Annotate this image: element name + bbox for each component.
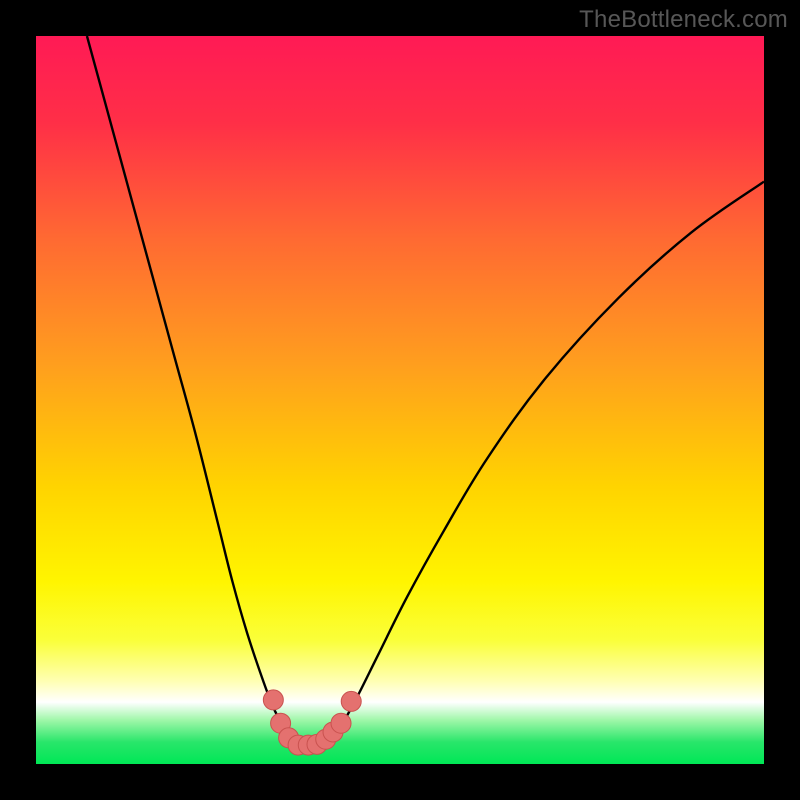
chart-stage: TheBottleneck.com	[0, 0, 800, 800]
marker-dot	[331, 713, 351, 733]
watermark-text: TheBottleneck.com	[579, 6, 788, 34]
marker-dot	[341, 691, 361, 711]
gradient-background	[36, 36, 764, 764]
plot-svg	[36, 36, 764, 764]
marker-dot	[263, 690, 283, 710]
plot-area	[36, 36, 764, 764]
